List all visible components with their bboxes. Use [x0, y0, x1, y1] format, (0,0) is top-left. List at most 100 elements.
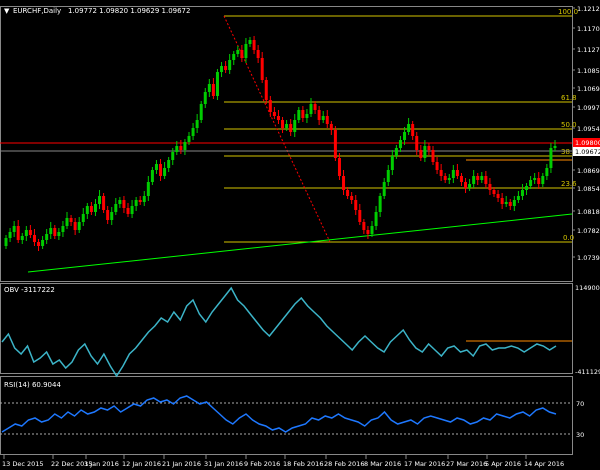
candle-body — [398, 140, 402, 148]
candle-body — [350, 196, 354, 200]
candle-body — [533, 178, 537, 180]
price-tick-label: 1.08180 — [577, 208, 600, 216]
price-tick-label: 1.11270 — [577, 46, 600, 54]
candle-body — [386, 170, 390, 182]
candle-body — [439, 170, 443, 176]
red-line-price-label: 1.09800 — [575, 139, 600, 147]
candle-body — [8, 232, 12, 238]
candle-body — [49, 228, 53, 234]
candle-body — [508, 202, 512, 206]
candle-body — [443, 176, 447, 180]
candle-body — [69, 218, 73, 222]
candle-body — [224, 66, 228, 70]
price-axis: 1.12120 1.11700 1.11270 1.10850 1.10690 1.099… — [572, 5, 600, 262]
candle-body — [73, 222, 77, 230]
candle-body — [553, 146, 557, 148]
candle-body — [297, 110, 301, 120]
candle-body — [362, 222, 366, 230]
ascending-trendline[interactable] — [27, 213, 573, 273]
candle-body — [366, 230, 370, 234]
price-tick-label: 1.08540 — [577, 185, 600, 193]
candle-body — [163, 168, 167, 176]
candle-body — [285, 124, 289, 128]
candle-body — [81, 214, 85, 222]
time-tick-label: 27 Mar 2016 — [446, 460, 487, 468]
candle-body — [476, 176, 480, 180]
candle-body — [195, 120, 199, 128]
candle-body — [537, 178, 541, 184]
candle-body — [211, 84, 215, 96]
candle-body — [175, 146, 179, 152]
rsi-panel-frame — [0, 376, 573, 455]
candle-body — [203, 92, 207, 104]
candle-body — [20, 236, 24, 240]
candle-body — [199, 104, 203, 120]
obv-scale-top: 11490011 — [575, 284, 600, 292]
price-tick-label: 1.12120 — [577, 5, 600, 13]
candle-body — [41, 240, 45, 246]
time-tick-label: 8 Mar 2016 — [364, 460, 401, 468]
candle-body — [496, 194, 500, 198]
candle-body — [264, 80, 268, 100]
candle-body — [541, 176, 545, 184]
candle-body — [342, 176, 346, 190]
candle-body — [480, 176, 484, 180]
candle-body — [272, 112, 276, 116]
candle-body — [394, 148, 398, 156]
candle-body — [472, 176, 476, 184]
candle-body — [276, 116, 280, 120]
candle-body — [57, 232, 61, 236]
candle-body — [191, 128, 195, 136]
price-tick-label: 1.08690 — [577, 167, 600, 175]
candle-body — [256, 50, 260, 58]
candle-body — [358, 210, 362, 222]
candle-body — [232, 54, 236, 60]
candle-body — [423, 146, 427, 158]
fib-label-61-8: 61.8 — [561, 94, 577, 102]
candle-body — [106, 210, 110, 220]
candle-body — [122, 200, 126, 208]
candle-body — [77, 222, 81, 230]
candle-body — [333, 130, 337, 158]
price-tick-label: 1.11700 — [577, 25, 600, 33]
price-tick-label: 1.10690 — [577, 85, 600, 93]
candle-body — [89, 206, 93, 212]
candle-body — [244, 44, 248, 58]
chart-symbol-label: EURCHF,Daily — [13, 7, 61, 15]
candle-body — [12, 226, 16, 232]
time-tick-label: 13 Dec 2015 — [2, 460, 44, 468]
candle-body — [419, 150, 423, 158]
obv-label: OBV -3117222 — [4, 286, 55, 294]
candle-body — [492, 190, 496, 194]
candle-body — [370, 226, 374, 234]
fibonacci-retracement[interactable]: 100.0 61.8 50.0 38.2 23.6 0.0 — [223, 8, 578, 243]
candle-body — [110, 212, 114, 220]
candle-body — [435, 162, 439, 170]
candle-body — [415, 136, 419, 150]
obv-line — [1, 286, 557, 378]
dropdown-triangle-icon[interactable]: ▼ — [4, 7, 10, 15]
candle-body — [220, 66, 224, 72]
candle-body — [252, 40, 256, 50]
candle-body — [549, 148, 553, 168]
candle-body — [525, 186, 529, 190]
rsi-level-70-label: 70 — [576, 400, 584, 408]
candle-body — [382, 182, 386, 196]
candle-body — [102, 196, 106, 210]
price-tick-label: 1.07390 — [577, 254, 600, 262]
candle-body — [45, 234, 49, 240]
candle-body — [374, 212, 378, 226]
candle-body — [146, 182, 150, 196]
candle-body — [207, 84, 211, 92]
candle-body — [248, 40, 252, 44]
candle-body — [37, 242, 41, 246]
candle-body — [134, 200, 138, 206]
candle-body — [378, 196, 382, 212]
candle-body — [504, 202, 508, 204]
candle-body — [179, 146, 183, 150]
candle-body — [329, 124, 333, 130]
candle-body — [98, 196, 102, 204]
candle-body — [167, 160, 171, 168]
candle-body — [354, 200, 358, 210]
candle-body — [289, 124, 293, 132]
